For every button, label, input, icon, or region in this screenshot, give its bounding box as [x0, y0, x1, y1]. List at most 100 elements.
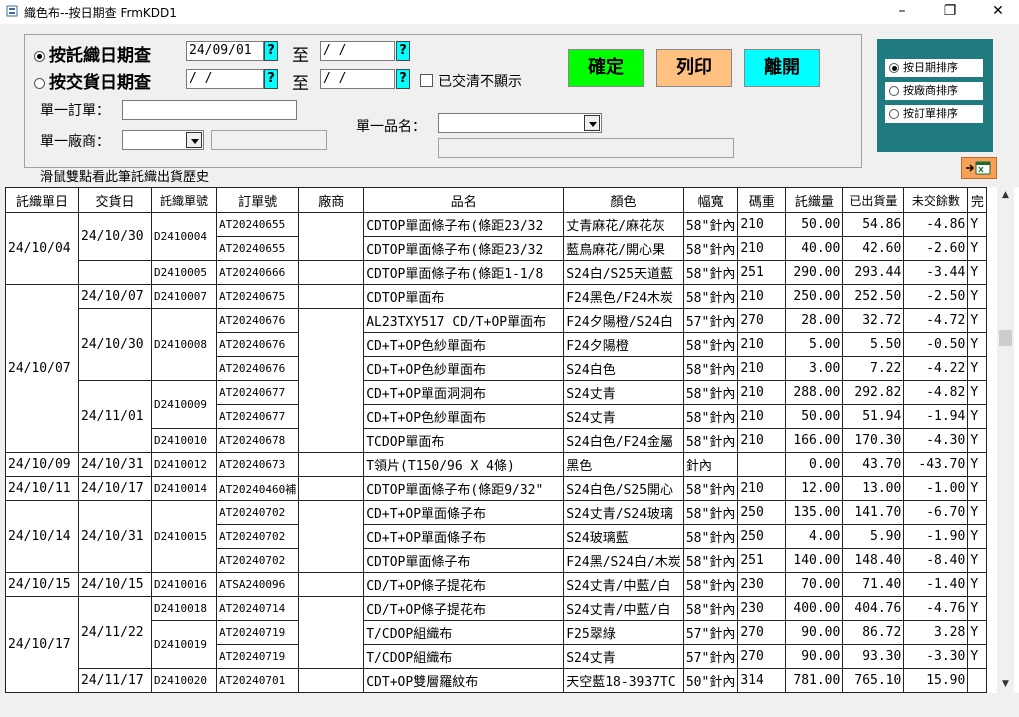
cell-color[interactable]: S24玻璃藍	[563, 524, 684, 549]
cell-gsm[interactable]: 270	[737, 308, 787, 333]
cell-remain[interactable]: -3.30	[903, 644, 969, 669]
cell-weave-date[interactable]: 24/10/04	[5, 212, 79, 285]
cell-shipped[interactable]: 93.30	[842, 644, 905, 669]
cell-gsm[interactable]: 230	[737, 572, 787, 597]
cell-product[interactable]: CD+T+OP單面條子布	[363, 500, 565, 525]
cell-remain[interactable]: -4.72	[903, 308, 969, 333]
cell-product[interactable]: CD+T+OP單面條子布	[363, 524, 565, 549]
exit-button[interactable]: 離開	[744, 49, 820, 87]
cell-done[interactable]: Y	[967, 476, 988, 501]
cell-qty[interactable]: 290.00	[785, 260, 844, 285]
cell-shipped[interactable]: 86.72	[842, 620, 905, 645]
cell-shipped[interactable]: 42.60	[842, 236, 905, 261]
cell-color[interactable]: F24夕陽橙/S24白	[563, 308, 684, 333]
order-input[interactable]	[122, 100, 297, 120]
cell-shipped[interactable]: 71.40	[842, 572, 905, 597]
cell-color[interactable]: S24白色/F24金屬	[563, 428, 684, 453]
cell-qty[interactable]: 4.00	[785, 524, 844, 549]
cell-product[interactable]: CDTOP單面布	[363, 284, 565, 309]
cell-product[interactable]: T/CDOP組織布	[363, 620, 565, 645]
cell-remain[interactable]: -3.44	[903, 260, 969, 285]
cell-done[interactable]: Y	[967, 452, 988, 477]
cell-product[interactable]: CD+T+OP色紗單面布	[363, 356, 565, 381]
cell-gsm[interactable]: 250	[737, 500, 787, 525]
cell-color[interactable]: 黑色	[563, 452, 684, 477]
cell-order-no[interactable]: ATSA240096	[215, 572, 300, 597]
cell-order-no[interactable]: AT20240702	[215, 524, 300, 549]
radio-weave-date[interactable]: 按託織日期查	[34, 41, 151, 66]
cell-qty[interactable]: 781.00	[785, 668, 844, 693]
cell-gsm[interactable]: 210	[737, 476, 787, 501]
hide-cleared-checkbox[interactable]	[420, 74, 433, 87]
cell-weave-no[interactable]: D2410016	[151, 572, 217, 597]
cell-done[interactable]: Y	[967, 644, 988, 669]
cell-done[interactable]	[967, 668, 988, 693]
cell-done[interactable]: Y	[967, 428, 988, 453]
cell-color[interactable]: S24丈青	[563, 644, 684, 669]
cell-color[interactable]: S24丈青/S24玻璃	[563, 500, 684, 525]
cell-order-no[interactable]: AT20240702	[215, 548, 300, 573]
cell-shipped[interactable]: 5.50	[842, 332, 905, 357]
cell-remain[interactable]: -43.70	[903, 452, 969, 477]
cell-shipped[interactable]: 252.50	[842, 284, 905, 309]
cell-delivery-date[interactable]: 24/10/31	[78, 500, 152, 573]
cell-color[interactable]: 藍鳥麻花/開心果	[563, 236, 684, 261]
cell-done[interactable]: Y	[967, 332, 988, 357]
cell-order-no[interactable]: AT20240460補	[215, 476, 300, 501]
cell-product[interactable]: CD/T+OP條子提花布	[363, 596, 565, 621]
col-weave-no[interactable]: 託織單號	[151, 187, 217, 213]
delivery-to-picker-button[interactable]: ?	[396, 69, 410, 89]
weave-from-picker-button[interactable]: ?	[264, 41, 278, 61]
cell-width[interactable]: 58"針內	[682, 212, 739, 237]
table-row[interactable]: D2410019 AT20240719 T/CDOP組織布 F25翠綠 57"針內 270…	[6, 620, 988, 669]
cell-done[interactable]: Y	[967, 356, 988, 381]
cell-order-no[interactable]: AT20240655	[215, 212, 300, 237]
cell-vendor[interactable]	[298, 284, 365, 309]
cell-color[interactable]: S24白色/S25開心	[563, 476, 684, 501]
sort-by-order-option[interactable]: 按訂單排序	[885, 105, 983, 123]
table-row[interactable]: 24/11/17 D2410020 AT20240701 CDT+OP雙層羅紋布 天空藍…	[6, 668, 988, 693]
cell-qty[interactable]: 3.00	[785, 356, 844, 381]
cell-shipped[interactable]: 32.72	[842, 308, 905, 333]
cell-qty[interactable]: 50.00	[785, 404, 844, 429]
delivery-from-input[interactable]: / /	[186, 69, 264, 89]
radio-delivery-date[interactable]: 按交貨日期查	[34, 68, 151, 93]
scroll-up-icon[interactable]: ▲	[997, 187, 1014, 204]
cell-color[interactable]: S24丈青	[563, 380, 684, 405]
cell-order-no[interactable]: AT20240673	[215, 452, 300, 477]
cell-gsm[interactable]: 210	[737, 428, 787, 453]
cell-gsm[interactable]: 210	[737, 236, 787, 261]
cell-done[interactable]: Y	[967, 620, 988, 645]
cell-vendor[interactable]	[298, 308, 365, 453]
cell-done[interactable]: Y	[967, 260, 988, 285]
cell-order-no[interactable]: AT20240714	[215, 596, 300, 621]
cell-weave-no[interactable]: D2410018	[151, 596, 217, 621]
cell-vendor[interactable]	[298, 452, 365, 477]
cell-gsm[interactable]: 251	[737, 548, 787, 573]
cell-weave-no[interactable]: D2410008	[151, 308, 217, 381]
cell-color[interactable]: S24丈青	[563, 404, 684, 429]
cell-qty[interactable]: 28.00	[785, 308, 844, 333]
cell-remain[interactable]: -2.50	[903, 284, 969, 309]
cell-width[interactable]: 58"針內	[682, 236, 739, 261]
col-order-no[interactable]: 訂單號	[215, 187, 300, 213]
cell-width[interactable]: 58"針內	[682, 500, 739, 525]
scroll-thumb[interactable]	[999, 330, 1012, 346]
cell-color[interactable]: F24夕陽橙	[563, 332, 684, 357]
cell-order-no[interactable]: AT20240677	[215, 380, 300, 405]
cell-shipped[interactable]: 7.22	[842, 356, 905, 381]
cell-weave-no[interactable]: D2410004	[151, 212, 217, 261]
cell-order-no[interactable]: AT20240677	[215, 404, 300, 429]
close-button[interactable]: ✕	[975, 0, 1019, 24]
export-excel-button[interactable]	[961, 157, 997, 179]
cell-remain[interactable]: -1.94	[903, 404, 969, 429]
col-remain[interactable]: 未交餘數	[903, 187, 969, 213]
vertical-scrollbar[interactable]: ▲ ▼	[997, 187, 1014, 693]
confirm-button[interactable]: 確定	[568, 49, 644, 87]
cell-qty[interactable]: 140.00	[785, 548, 844, 573]
cell-weave-date[interactable]: 24/10/17	[5, 596, 79, 693]
cell-weave-date[interactable]: 24/10/07	[5, 284, 79, 453]
table-row[interactable]: 24/10/04 24/10/30 D2410004 AT20240655 CDTOP單…	[5, 212, 988, 285]
col-delivery-date[interactable]: 交貨日	[78, 187, 152, 213]
cell-width[interactable]: 50"針內	[682, 668, 739, 693]
